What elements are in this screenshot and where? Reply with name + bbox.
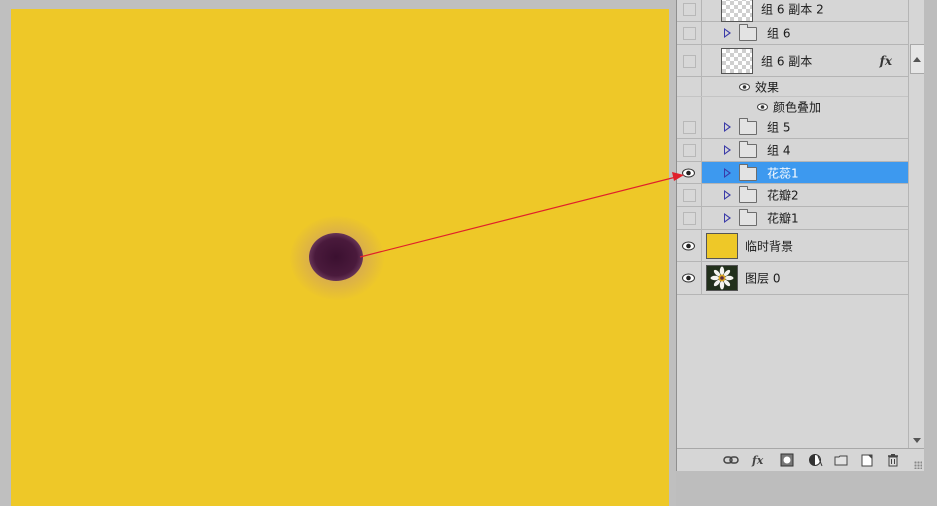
scroll-down-arrow-icon[interactable] bbox=[913, 438, 921, 443]
layer-name: 花瓣1 bbox=[767, 211, 799, 226]
visibility-toggle[interactable] bbox=[677, 262, 702, 294]
eye-icon[interactable] bbox=[739, 82, 750, 91]
visibility-toggle[interactable] bbox=[677, 139, 702, 161]
fx-icon[interactable]: fx bbox=[751, 453, 767, 467]
layer-row[interactable]: 组 6 副本 2 bbox=[677, 0, 908, 22]
effects-label: 效果 bbox=[755, 80, 780, 94]
layers-scrollbar[interactable] bbox=[908, 0, 925, 448]
visibility-off-box bbox=[683, 189, 696, 202]
layer-row-group[interactable]: 花瓣2 bbox=[677, 184, 908, 207]
effect-name: 颜色叠加 bbox=[773, 100, 822, 114]
svg-text:fx: fx bbox=[751, 454, 764, 467]
expand-triangle-icon[interactable] bbox=[724, 167, 731, 178]
effects-header-row[interactable]: 效果 bbox=[677, 77, 908, 97]
folder-icon bbox=[739, 163, 757, 181]
document-workspace bbox=[0, 0, 676, 506]
delete-layer-icon[interactable] bbox=[885, 453, 901, 467]
visibility-toggle[interactable] bbox=[677, 162, 702, 183]
layer-name: 组 6 副本 bbox=[761, 54, 813, 68]
layer-name: 花瓣2 bbox=[767, 188, 799, 203]
expand-triangle-icon[interactable] bbox=[724, 190, 731, 200]
eye-icon bbox=[682, 273, 695, 283]
layer-row[interactable]: 临时背景 bbox=[677, 230, 908, 262]
layer-thumbnail-yellow bbox=[706, 232, 738, 259]
layer-row-group-selected[interactable]: 花蕊1 bbox=[677, 162, 908, 184]
visibility-off-box bbox=[683, 212, 696, 225]
eye-icon bbox=[682, 168, 695, 177]
layer-name: 组 5 bbox=[767, 120, 791, 135]
visibility-off-box bbox=[683, 2, 696, 16]
flower-photo-icon bbox=[707, 266, 737, 290]
effect-row-color-overlay[interactable]: 颜色叠加 bbox=[677, 97, 908, 117]
visibility-off-box bbox=[683, 27, 696, 40]
folder-icon bbox=[739, 209, 757, 226]
visibility-toggle[interactable] bbox=[677, 45, 702, 76]
document-canvas[interactable] bbox=[11, 9, 669, 506]
visibility-toggle[interactable] bbox=[677, 22, 702, 44]
expand-triangle-icon[interactable] bbox=[724, 213, 731, 223]
folder-icon bbox=[739, 141, 757, 158]
layer-row-group[interactable]: 组 5 bbox=[677, 116, 908, 139]
folder-icon bbox=[739, 186, 757, 203]
layer-name: 组 6 bbox=[767, 26, 791, 41]
layer-name: 组 4 bbox=[767, 143, 791, 158]
layer-row-group[interactable]: 组 6 bbox=[677, 22, 908, 45]
visibility-toggle[interactable] bbox=[677, 207, 702, 229]
layer-row[interactable]: 图层 0 bbox=[677, 262, 908, 295]
layer-effects-fx-icon[interactable]: fx bbox=[880, 54, 892, 68]
eye-icon bbox=[682, 241, 695, 250]
flower-stamen-core bbox=[309, 233, 363, 281]
panel-dock-edge bbox=[924, 0, 937, 506]
layer-name: 图层 0 bbox=[745, 271, 781, 286]
layer-name: 临时背景 bbox=[745, 239, 794, 253]
layer-row-group[interactable]: 花瓣1 bbox=[677, 207, 908, 230]
visibility-off-box bbox=[683, 144, 696, 157]
layer-thumbnail-flower-photo bbox=[706, 265, 738, 291]
expand-triangle-icon[interactable] bbox=[724, 145, 731, 155]
layer-name: 组 6 副本 2 bbox=[761, 2, 824, 16]
expand-triangle-icon[interactable] bbox=[724, 28, 731, 38]
new-layer-icon[interactable] bbox=[859, 453, 875, 467]
layer-row[interactable]: 组 6 副本 fx bbox=[677, 45, 908, 77]
visibility-off-box bbox=[683, 121, 696, 134]
new-group-icon[interactable] bbox=[833, 453, 849, 467]
visibility-toggle[interactable] bbox=[677, 184, 702, 206]
layer-row-group[interactable]: 组 4 bbox=[677, 139, 908, 162]
visibility-toggle-empty bbox=[677, 77, 702, 96]
visibility-toggle-empty bbox=[677, 97, 702, 116]
layer-name: 花蕊1 bbox=[767, 166, 799, 180]
layers-panel-footer: fx bbox=[677, 448, 924, 471]
resize-grip-icon[interactable] bbox=[914, 461, 922, 469]
link-layers-icon[interactable] bbox=[723, 453, 739, 467]
layer-thumbnail-transparent bbox=[721, 47, 753, 74]
scroll-up-arrow-icon[interactable] bbox=[913, 57, 921, 62]
eye-icon[interactable] bbox=[757, 102, 768, 111]
expand-triangle-icon[interactable] bbox=[724, 122, 731, 132]
layers-panel: 组 6 副本 2 组 6 组 6 副本 fx 效果 颜色叠加 组 5 组 4 花… bbox=[676, 0, 926, 471]
folder-icon bbox=[739, 24, 757, 41]
visibility-toggle[interactable] bbox=[677, 0, 702, 21]
layer-thumbnail-transparent bbox=[721, 0, 753, 22]
visibility-off-box bbox=[683, 54, 696, 68]
folder-icon bbox=[739, 118, 757, 135]
layer-mask-icon[interactable] bbox=[779, 453, 795, 467]
adjustment-layer-icon[interactable] bbox=[807, 453, 823, 467]
visibility-toggle[interactable] bbox=[677, 116, 702, 138]
visibility-toggle[interactable] bbox=[677, 230, 702, 261]
layers-list: 组 6 副本 2 组 6 组 6 副本 fx 效果 颜色叠加 组 5 组 4 花… bbox=[677, 0, 908, 448]
